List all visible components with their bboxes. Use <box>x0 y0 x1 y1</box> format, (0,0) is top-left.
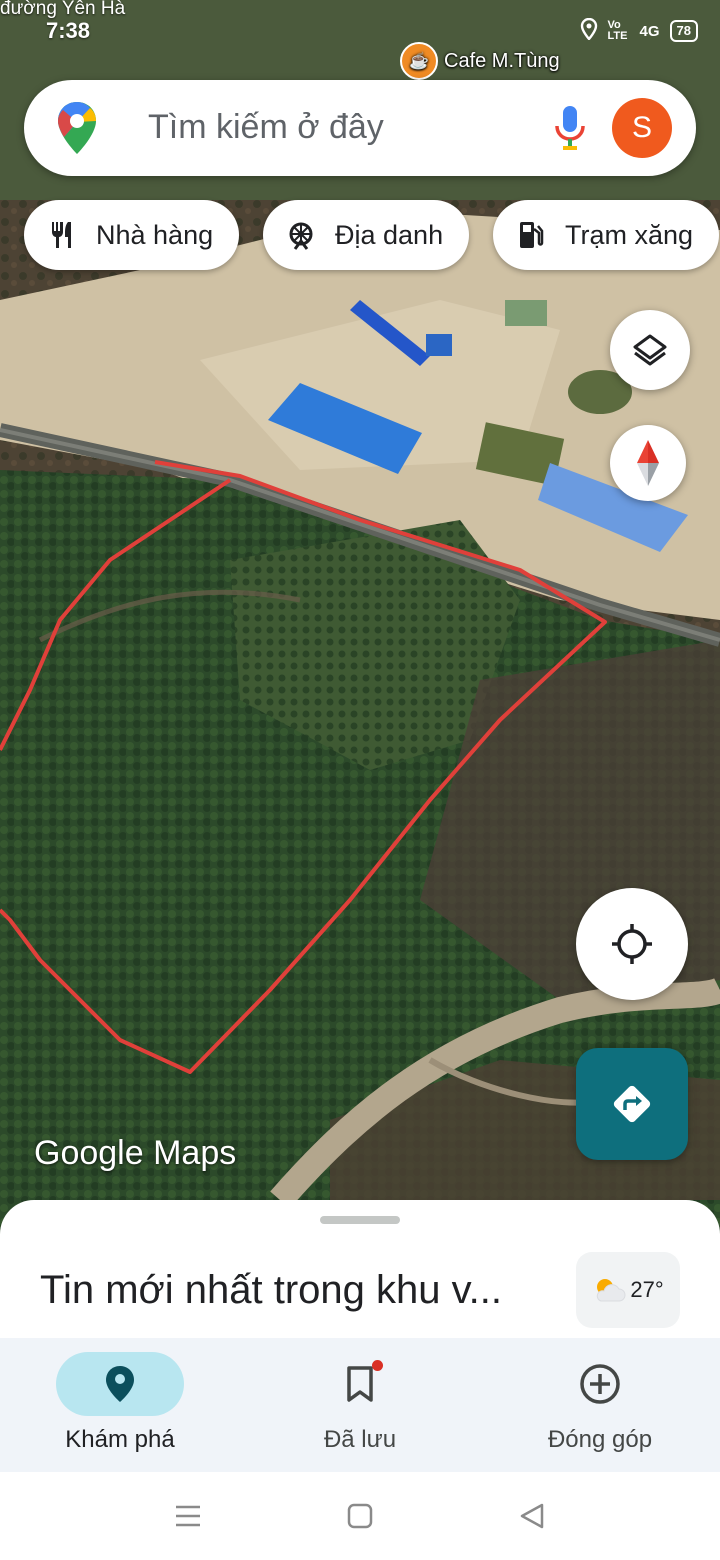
chip-restaurants-label: Nhà hàng <box>96 219 214 250</box>
coffee-icon: ☕ <box>400 42 438 80</box>
system-navigation-bar <box>0 1472 720 1560</box>
chip-restaurants[interactable]: Nhà hàng <box>24 200 240 270</box>
network-label: 4G <box>639 22 660 40</box>
status-icons: Vo LTE 4G 78 <box>580 17 698 44</box>
home-icon[interactable] <box>346 1502 374 1530</box>
location-pin-icon <box>106 1366 134 1402</box>
volte-label: Vo LTE <box>607 19 628 42</box>
back-icon[interactable] <box>518 1502 546 1530</box>
google-maps-logo-icon <box>58 102 96 154</box>
directions-icon <box>613 1085 651 1123</box>
battery-indicator: 78 <box>669 20 698 42</box>
search-input[interactable]: Tìm kiếm ở đây <box>148 108 384 147</box>
chip-landmarks[interactable]: Địa danh <box>263 200 470 270</box>
chip-gas-stations[interactable]: Trạm xăng <box>493 200 720 270</box>
nav-contribute-label: Đóng góp <box>547 1426 653 1453</box>
search-bar[interactable]: Tìm kiếm ở đây S <box>24 80 696 176</box>
menu-icon[interactable] <box>174 1502 202 1530</box>
crosshair-icon <box>612 924 652 964</box>
layers-button[interactable] <box>610 310 690 390</box>
restaurant-icon <box>52 222 71 248</box>
add-circle-icon <box>580 1364 620 1404</box>
bookmark-icon <box>347 1366 373 1402</box>
weather-temperature: 27° <box>630 1277 664 1302</box>
account-avatar[interactable]: S <box>612 98 672 158</box>
poi-cafe[interactable]: ☕ Cafe M.Tùng <box>400 42 560 80</box>
layers-icon <box>633 334 667 366</box>
compass-icon <box>637 440 659 486</box>
nav-explore-label: Khám phá <box>65 1426 175 1453</box>
status-bar: đường Yên Hà 7:38 Vo LTE 4G 78 <box>0 0 720 48</box>
compass-button[interactable] <box>610 425 686 501</box>
nav-saved[interactable]: Đã lưu <box>240 1338 480 1472</box>
road-label: đường Yên Hà <box>0 0 126 19</box>
partly-cloudy-icon <box>597 1279 626 1302</box>
gas-station-icon <box>520 222 544 248</box>
location-icon <box>580 17 598 44</box>
nav-explore[interactable]: Khám phá <box>0 1338 240 1472</box>
sheet-drag-handle[interactable] <box>320 1216 400 1224</box>
google-maps-attribution: Google Maps <box>34 1134 237 1172</box>
my-location-button[interactable] <box>576 888 688 1000</box>
microphone-icon[interactable] <box>550 102 590 154</box>
nav-saved-label: Đã lưu <box>323 1426 397 1453</box>
poi-cafe-label: Cafe M.Tùng <box>444 49 560 72</box>
status-time: 7:38 <box>46 18 91 43</box>
latest-news-title[interactable]: Tin mới nhất trong khu v... <box>40 1268 560 1313</box>
bottom-navigation: Khám phá Đã lưu Đóng góp <box>0 1338 720 1472</box>
chip-gas-stations-label: Trạm xăng <box>565 219 694 250</box>
chip-landmarks-label: Địa danh <box>335 219 444 250</box>
weather-chip[interactable]: 27° <box>576 1252 680 1328</box>
landmark-icon <box>289 222 313 250</box>
bottom-sheet[interactable]: Tin mới nhất trong khu v... 27° <box>0 1200 720 1340</box>
notification-dot <box>372 1360 383 1371</box>
directions-button[interactable] <box>576 1048 688 1160</box>
nav-contribute[interactable]: Đóng góp <box>480 1338 720 1472</box>
